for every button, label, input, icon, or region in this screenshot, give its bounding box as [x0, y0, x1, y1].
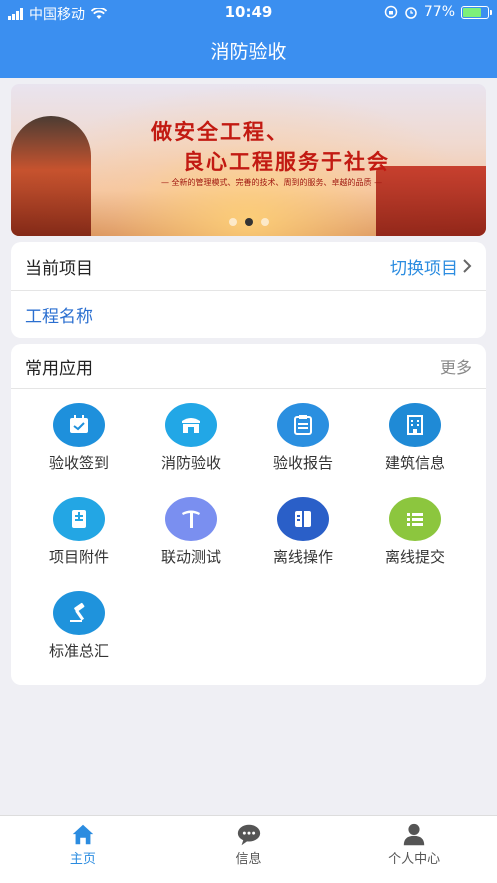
building-icon [389, 403, 441, 447]
tab-label: 信息 [235, 852, 262, 867]
app-building-button[interactable]: 建筑信息 [359, 403, 471, 473]
current-project-label: 当前项目 [25, 258, 93, 279]
switch-project-label: 切换项目 [390, 258, 458, 279]
banner-tagline: — 全新的管理模式、完善的技术、周到的服务、卓越的品质 — [161, 178, 383, 187]
list-icon [389, 497, 441, 541]
app-grid: 验收签到 消防验收 验收报告 建筑信息项目附件 联动测试 离线操作 离线提交标准总汇 [11, 389, 486, 685]
current-project-row: 当前项目 切换项目 [11, 242, 486, 290]
app-label: 消防验收 [160, 454, 221, 472]
app-book-button[interactable]: 离线操作 [247, 497, 359, 567]
book-icon [277, 497, 329, 541]
document-icon [53, 497, 105, 541]
tab-label: 主页 [69, 852, 96, 867]
app-label: 建筑信息 [384, 454, 445, 472]
app-clipboard-button[interactable]: 验收报告 [247, 403, 359, 473]
store-icon [165, 403, 217, 447]
apps-card: 常用应用 更多 验收签到 消防验收 验收报告 建筑信息项目附件 联动测试 离线操作 离线提交… [11, 344, 486, 685]
user-icon [400, 822, 428, 848]
app-label: 离线提交 [384, 548, 445, 566]
status-bar: 中国移动 10:49 77% [0, 0, 497, 26]
more-button[interactable]: 更多 [440, 354, 472, 378]
battery-icon [461, 5, 492, 19]
switch-project-button[interactable]: 切换项目 [390, 254, 472, 279]
carousel-indicator[interactable] [11, 218, 486, 226]
calendar-check-icon [53, 403, 105, 447]
app-label: 验收签到 [48, 454, 109, 472]
app-label: 项目附件 [48, 548, 109, 566]
home-icon [69, 822, 97, 848]
battery-fill [463, 7, 482, 17]
app-document-button[interactable]: 项目附件 [23, 497, 135, 567]
app-calendar-check-button[interactable]: 验收签到 [23, 403, 135, 473]
gavel-icon [53, 591, 105, 635]
project-name-row[interactable]: 工程名称 [11, 290, 486, 338]
clipboard-icon [277, 403, 329, 447]
app-gavel-button[interactable]: 标准总汇 [23, 591, 135, 661]
tab-user[interactable]: 个人中心 [331, 816, 497, 883]
nav-bar: 消防验收 [0, 26, 497, 78]
app-label: 离线操作 [272, 548, 333, 566]
project-name: 工程名称 [25, 307, 93, 327]
alarm-icon [405, 7, 417, 19]
rotation-lock-icon [384, 5, 398, 19]
carousel-dot[interactable] [244, 218, 253, 226]
project-card: 当前项目 切换项目 工程名称 [11, 242, 486, 338]
apps-title: 常用应用 [25, 358, 93, 379]
tab-home[interactable]: 主页 [0, 816, 166, 883]
chevron-right-icon [463, 259, 472, 273]
carousel-dot[interactable] [260, 218, 269, 226]
tab-chat[interactable]: 信息 [166, 816, 332, 883]
app-pickaxe-button[interactable]: 联动测试 [135, 497, 247, 567]
banner-headline-2: 良心工程服务于社会 [183, 150, 390, 174]
chat-icon [235, 822, 263, 848]
tab-label: 个人中心 [388, 852, 441, 867]
pickaxe-icon [165, 497, 217, 541]
page-title: 消防验收 [210, 41, 287, 63]
app-label: 标准总汇 [48, 642, 109, 660]
tab-bar: 主页 信息 个人中心 [0, 815, 497, 883]
status-right: 77% [384, 4, 492, 20]
apps-header: 常用应用 更多 [11, 344, 486, 389]
app-list-button[interactable]: 离线提交 [359, 497, 471, 567]
app-label: 联动测试 [160, 548, 221, 566]
banner-carousel[interactable]: 做安全工程、 良心工程服务于社会 — 全新的管理模式、完善的技术、周到的服务、卓… [11, 84, 486, 236]
carousel-dot[interactable] [228, 218, 237, 226]
app-label: 验收报告 [272, 454, 333, 472]
app-store-button[interactable]: 消防验收 [135, 403, 247, 473]
battery-percent: 77% [423, 4, 455, 20]
banner-headline-1: 做安全工程、 [151, 120, 289, 144]
